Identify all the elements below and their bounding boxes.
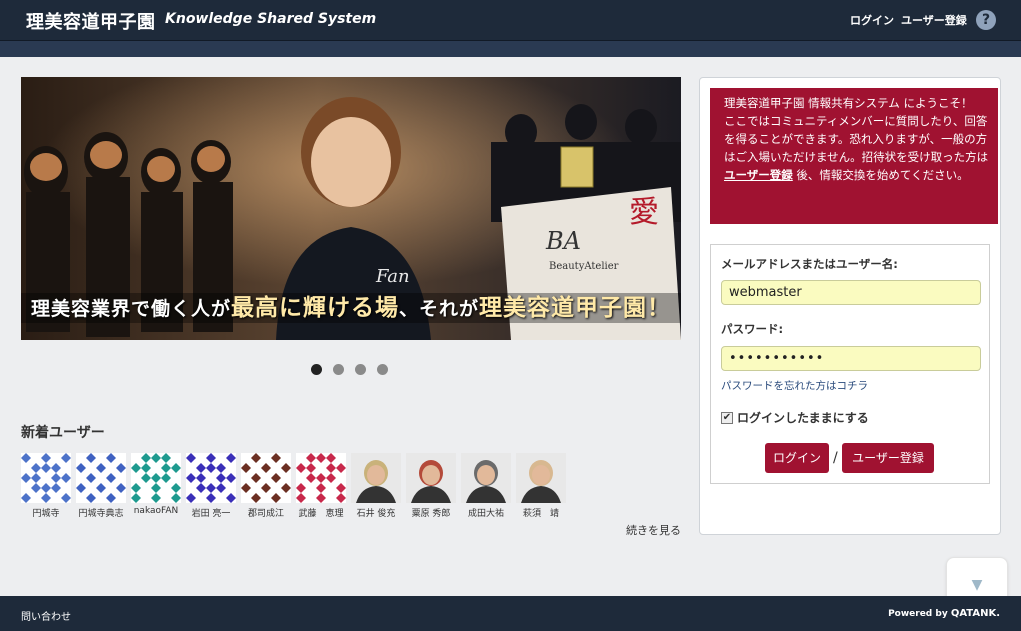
user-avatar[interactable] xyxy=(296,453,346,503)
user-avatar[interactable] xyxy=(406,453,456,503)
powered-by: Powered by QATANK. xyxy=(888,608,1000,619)
user-avatar[interactable] xyxy=(461,453,511,503)
user-item[interactable]: 郡司成江 xyxy=(241,453,291,519)
carousel-dot-3[interactable] xyxy=(355,364,366,375)
header-subbar xyxy=(0,41,1021,57)
hero-carousel[interactable]: Fan BA BeautyAtelier 愛 理美容業界で働く人が最高に輝ける場… xyxy=(21,77,681,340)
contact-link[interactable]: 問い合わせ xyxy=(21,608,71,623)
site-brand[interactable]: 理美容道甲子園 xyxy=(26,8,156,34)
user-name[interactable]: nakaoFAN xyxy=(131,506,181,516)
remember-me[interactable]: ✔ ログインしたままにする xyxy=(721,409,869,426)
nav-login-link[interactable]: ログイン xyxy=(850,12,894,28)
user-item[interactable]: 成田大祐 xyxy=(461,453,511,519)
nav-register-link[interactable]: ユーザー登録 xyxy=(901,12,967,28)
user-item[interactable]: 円城寺典志 xyxy=(76,453,126,519)
user-avatar[interactable] xyxy=(516,453,566,503)
user-avatar[interactable] xyxy=(131,453,181,503)
username-label: メールアドレスまたはユーザー名: xyxy=(721,257,898,271)
user-item[interactable]: 岩田 亮一 xyxy=(186,453,236,519)
user-avatar[interactable] xyxy=(21,453,71,503)
password-input[interactable] xyxy=(721,346,981,371)
help-icon[interactable]: ? xyxy=(976,10,996,30)
user-avatar[interactable] xyxy=(351,453,401,503)
svg-text:BeautyAtelier: BeautyAtelier xyxy=(549,261,619,272)
user-name[interactable]: 成田大祐 xyxy=(461,506,511,519)
remember-label: ログインしたままにする xyxy=(737,411,869,425)
forgot-password-link[interactable]: パスワードを忘れた方はコチラ xyxy=(721,378,868,393)
user-name[interactable]: 円城寺典志 xyxy=(76,506,126,519)
user-name[interactable]: 円城寺 xyxy=(21,506,71,519)
user-name[interactable]: 岩田 亮一 xyxy=(186,506,236,519)
welcome-register-link[interactable]: ユーザー登録 xyxy=(724,168,793,182)
svg-text:BA: BA xyxy=(545,227,581,255)
user-item[interactable]: 武藤 恵理 xyxy=(296,453,346,519)
welcome-message: 理美容道甲子園 情報共有システム にようこそ！ ここではコミュニティメンバーに質… xyxy=(710,88,998,224)
username-input[interactable] xyxy=(721,280,981,305)
top-navbar: 理美容道甲子園 Knowledge Shared System ログイン ユーザ… xyxy=(0,0,1021,41)
new-users-title: 新着ユーザー xyxy=(21,425,105,441)
user-avatar[interactable] xyxy=(241,453,291,503)
carousel-caption: 理美容業界で働く人が最高に輝ける場、それが理美容道甲子園！ xyxy=(21,293,681,323)
triangle-down-icon: ▼ xyxy=(971,577,983,593)
user-item[interactable]: 円城寺 xyxy=(21,453,71,519)
user-item[interactable]: 粟原 秀郎 xyxy=(406,453,456,519)
user-item[interactable]: nakaoFAN xyxy=(131,453,181,519)
user-name[interactable]: 郡司成江 xyxy=(241,506,291,519)
login-button[interactable]: ログイン xyxy=(765,443,829,473)
password-label: パスワード: xyxy=(721,322,784,336)
register-button[interactable]: ユーザー登録 xyxy=(842,443,934,473)
user-name[interactable]: 石井 俊充 xyxy=(351,506,401,519)
site-tagline: Knowledge Shared System xyxy=(165,11,377,27)
svg-text:Fan: Fan xyxy=(375,266,410,287)
user-name[interactable]: 粟原 秀郎 xyxy=(406,506,456,519)
carousel-dot-2[interactable] xyxy=(333,364,344,375)
login-form: メールアドレスまたはユーザー名: パスワード: パスワードを忘れた方はコチラ ✔… xyxy=(710,244,990,484)
carousel-indicators xyxy=(311,364,388,375)
user-avatar[interactable] xyxy=(186,453,236,503)
user-name[interactable]: 武藤 恵理 xyxy=(296,506,346,519)
user-name[interactable]: 萩須 靖 xyxy=(516,506,566,519)
carousel-dot-4[interactable] xyxy=(377,364,388,375)
new-users-list: 円城寺 円城寺典志 nakaoFAN 岩田 亮一 郡司成江 武藤 恵理 石井 俊充 粟原 秀郎… xyxy=(21,453,566,519)
user-item[interactable]: 萩須 靖 xyxy=(516,453,566,519)
svg-text:愛: 愛 xyxy=(629,195,659,230)
button-separator: / xyxy=(833,450,838,466)
see-more-link[interactable]: 続きを見る xyxy=(626,522,681,538)
user-avatar[interactable] xyxy=(76,453,126,503)
login-panel: 理美容道甲子園 情報共有システム にようこそ！ ここではコミュニティメンバーに質… xyxy=(699,77,1001,535)
footer: 問い合わせ Powered by QATANK. xyxy=(0,596,1021,631)
carousel-dot-1[interactable] xyxy=(311,364,322,375)
user-item[interactable]: 石井 俊充 xyxy=(351,453,401,519)
remember-checkbox[interactable]: ✔ xyxy=(721,411,733,424)
